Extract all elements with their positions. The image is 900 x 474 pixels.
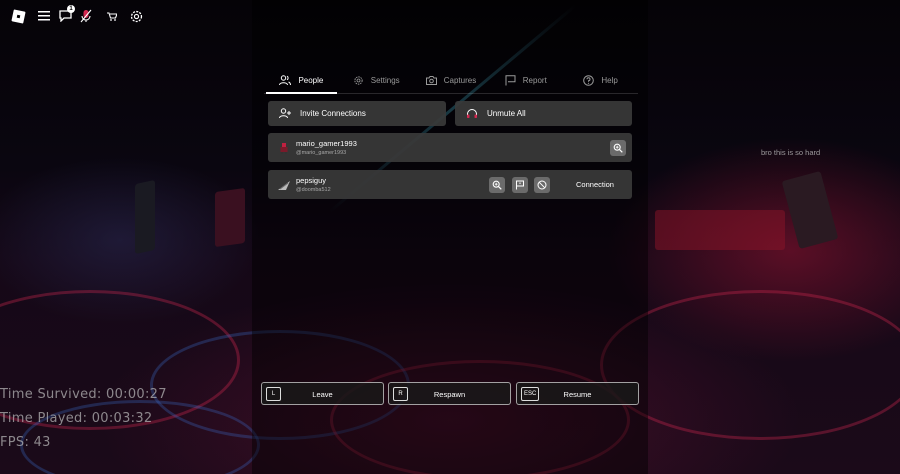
inspect-button[interactable] (610, 140, 626, 156)
gear-icon (353, 75, 364, 86)
arcade-booth (655, 210, 785, 250)
report-player-button[interactable] (512, 177, 528, 193)
unmute-all-label: Unmute All (487, 109, 526, 118)
chat-badge: 1 (67, 5, 75, 13)
camera-icon (425, 75, 437, 85)
tab-settings[interactable]: Settings (339, 66, 414, 94)
player-username: pepsiguy (296, 176, 327, 185)
tab-label: Report (522, 75, 547, 85)
flag-icon (516, 180, 524, 190)
invite-connections-label: Invite Connections (300, 109, 366, 118)
connection-button[interactable]: Connection (562, 176, 628, 193)
time-played: Time Played: 00:03:32 (0, 411, 153, 426)
gear-icon[interactable] (127, 7, 145, 25)
chat-message: bro this is so hard (761, 148, 821, 157)
leave-label: Leave (312, 390, 333, 399)
tab-people[interactable]: People (264, 66, 339, 94)
resume-label: Resume (563, 390, 592, 399)
unmute-all-button[interactable]: Unmute All (455, 101, 632, 126)
flag-icon (505, 74, 516, 86)
block-player-button[interactable] (534, 177, 550, 193)
respawn-button[interactable]: R Respawn (388, 382, 511, 405)
invite-connections-button[interactable]: Invite Connections (268, 101, 446, 126)
zoom-icon (492, 180, 502, 190)
respawn-label: Respawn (433, 390, 466, 399)
arcade-cabinet (215, 187, 245, 248)
menu-icon[interactable] (35, 7, 53, 25)
menu-tabs: People Settings Captures Report Help (264, 66, 638, 94)
avatar (277, 178, 291, 192)
resume-button[interactable]: ESC Resume (516, 382, 639, 405)
fps-counter: FPS: 43 (0, 435, 51, 450)
tab-label: Settings (370, 75, 400, 85)
inspect-button[interactable] (489, 177, 505, 193)
arcade-cabinet (135, 179, 155, 255)
help-icon (583, 74, 595, 86)
tab-help[interactable]: Help (563, 66, 638, 94)
tab-label: Help (601, 75, 618, 85)
tab-label: Captures (443, 75, 477, 85)
tab-label: People (298, 75, 324, 85)
time-survived: Time Survived: 00:00:27 (0, 387, 167, 402)
player-handle: @mario_gamer1993 (296, 150, 347, 156)
mic-muted-icon[interactable] (77, 7, 95, 25)
player-row: pepsiguy @doomba512 Connection (268, 170, 632, 199)
chat-icon[interactable]: 1 (56, 5, 75, 25)
tab-divider (264, 93, 638, 94)
avatar (277, 141, 291, 155)
tab-report[interactable]: Report (488, 66, 563, 94)
player-username: mario_gamer1993 (296, 139, 357, 148)
headset-icon (466, 108, 478, 119)
leave-button[interactable]: L Leave (261, 382, 384, 405)
zoom-icon (613, 143, 623, 153)
roblox-logo-icon[interactable] (9, 7, 27, 25)
cart-icon[interactable] (103, 7, 121, 25)
player-row-self: mario_gamer1993 @mario_gamer1993 (268, 133, 632, 162)
arcade-booth (781, 171, 839, 249)
people-icon (279, 74, 292, 86)
player-handle: @doomba512 (296, 187, 331, 193)
add-person-icon (279, 108, 291, 119)
tab-captures[interactable]: Captures (414, 66, 489, 94)
block-icon (537, 180, 547, 190)
